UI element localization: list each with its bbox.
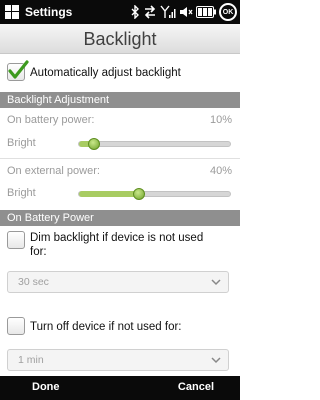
dim-timeout-value: 30 sec: [18, 276, 49, 288]
external-slider-fill: [79, 191, 139, 197]
turn-off-timeout-dropdown[interactable]: 1 min: [7, 349, 229, 371]
signal-icon: [160, 5, 176, 18]
softkey-bar: Done Cancel: [0, 376, 240, 400]
page-title: Backlight: [0, 24, 240, 54]
data-sync-icon: [144, 5, 156, 19]
turn-off-checkbox[interactable]: [7, 317, 25, 335]
battery-power-value: 10%: [209, 114, 232, 126]
dim-backlight-checkbox[interactable]: [7, 231, 25, 249]
dim-backlight-label: Dim backlight if device is not used for:: [30, 232, 204, 258]
section-backlight-adjustment: Backlight Adjustment: [0, 92, 240, 108]
auto-adjust-row[interactable]: Automatically adjust backlight: [7, 60, 181, 81]
battery-icon: [196, 6, 216, 18]
auto-adjust-checkbox[interactable]: [7, 60, 29, 81]
settings-content: Automatically adjust backlight Backlight…: [0, 54, 240, 376]
cancel-button[interactable]: Cancel: [178, 381, 214, 393]
external-power-label: On external power:: [7, 165, 100, 177]
external-brightness-slider[interactable]: [78, 188, 231, 200]
battery-brightness-slider[interactable]: [78, 138, 231, 150]
turn-off-label: Turn off device if not used for:: [30, 321, 182, 333]
external-slider-label: Bright: [7, 187, 36, 199]
app-title: Settings: [25, 5, 73, 19]
status-bar: Settings OK: [0, 0, 240, 24]
external-slider-thumb[interactable]: [133, 188, 145, 200]
chevron-down-icon: [211, 279, 221, 286]
done-button[interactable]: Done: [32, 381, 60, 393]
windows-start-icon[interactable]: [5, 5, 19, 19]
chevron-down-icon: [211, 357, 221, 364]
checkmark-icon: [8, 60, 29, 79]
external-power-value: 40%: [209, 165, 232, 177]
section-on-battery-power: On Battery Power: [0, 210, 240, 226]
ok-button[interactable]: OK: [219, 3, 237, 21]
battery-slider-thumb[interactable]: [88, 138, 100, 150]
battery-power-label: On battery power:: [7, 114, 95, 126]
auto-adjust-label: Automatically adjust backlight: [30, 67, 181, 79]
battery-slider-label: Bright: [7, 137, 36, 149]
turn-off-row[interactable]: Turn off device if not used for:: [7, 317, 182, 335]
dim-timeout-dropdown[interactable]: 30 sec: [7, 271, 229, 293]
divider: [0, 158, 240, 159]
dim-backlight-row[interactable]: Dim backlight if device is not used for:: [7, 231, 220, 259]
turn-off-timeout-value: 1 min: [18, 354, 44, 366]
bluetooth-icon: [131, 5, 139, 19]
volume-icon[interactable]: [179, 5, 193, 19]
